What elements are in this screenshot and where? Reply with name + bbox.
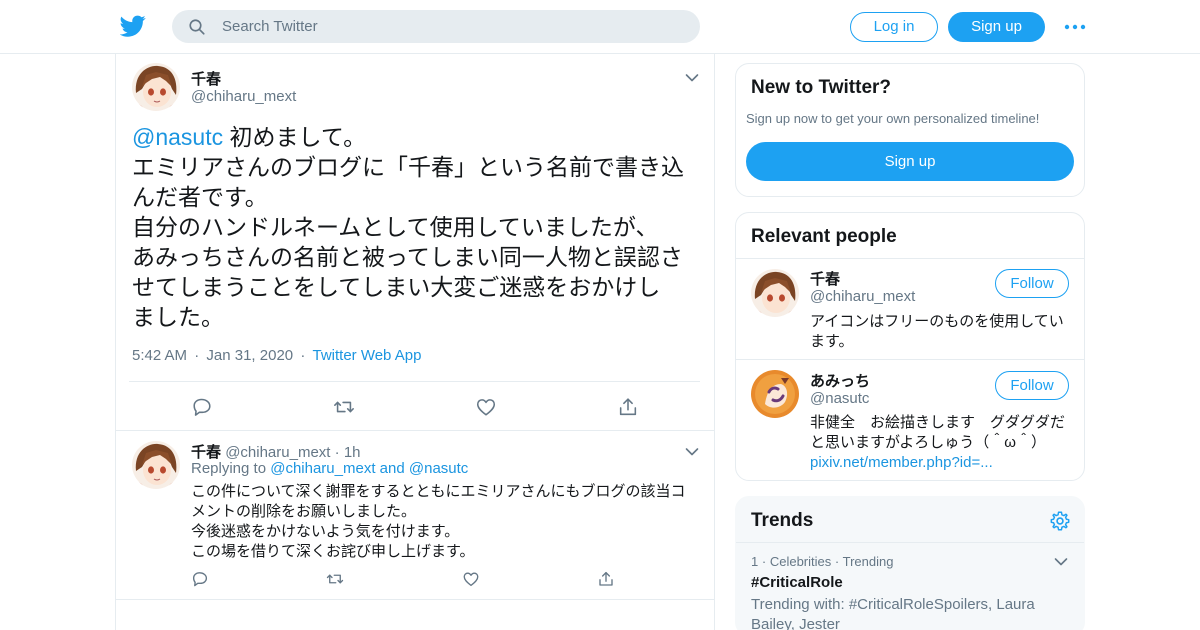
timeline-column: 千春 @chiharu_mext @nasutc 初めまして。 エミリアさんのブ…: [115, 54, 715, 630]
follow-button[interactable]: Follow: [995, 269, 1069, 298]
retweet-icon[interactable]: [326, 570, 344, 588]
trend-related-line: Bailey, Jester: [751, 616, 840, 630]
tweet-metadata: 5:42 AM · Jan 31, 2020 · Twitter Web App: [132, 347, 421, 364]
person-name[interactable]: あみっち: [810, 370, 870, 391]
trend-meta: 1 · Celebrities · Trending: [751, 554, 893, 569]
signup-button[interactable]: Sign up: [948, 12, 1045, 42]
trend-related-line: Trending with: #CriticalRoleSpoilers, La…: [751, 596, 1035, 613]
bio-line: と思いますがよろしゅう（＾ω＾）: [810, 434, 1046, 451]
avatar[interactable]: [751, 269, 799, 317]
divider: [736, 258, 1084, 259]
signup-button[interactable]: Sign up: [746, 142, 1074, 181]
separator: ·: [834, 554, 840, 569]
share-icon[interactable]: [597, 570, 615, 588]
person-bio: アイコンはフリーのものを使用してい ます。: [810, 312, 1072, 352]
reply-line: 今後迷惑をかけないよう気を付けます。: [191, 523, 460, 540]
like-icon[interactable]: [462, 570, 480, 588]
share-icon[interactable]: [617, 396, 639, 418]
person-handle[interactable]: @chiharu_mext: [810, 288, 915, 305]
author-handle[interactable]: @chiharu_mext: [191, 88, 296, 105]
reply-icon[interactable]: [191, 396, 213, 418]
chevron-down-icon[interactable]: [1054, 557, 1068, 567]
divider: [116, 430, 714, 431]
reply-text: この件について深く謝罪をするとともにエミリアさんにもブログの該当コ メントの削除…: [191, 482, 701, 562]
tweet-time[interactable]: 5:42 AM: [132, 347, 187, 364]
bio-line: 非健全 お絵描きします グダグダだ: [810, 414, 1066, 431]
separator: ·: [300, 347, 306, 364]
avatar[interactable]: [751, 370, 799, 418]
person-name[interactable]: 千春: [810, 268, 840, 289]
avatar-image: [132, 441, 180, 489]
bio-link[interactable]: pixiv.net/member.php?id=...: [810, 453, 1072, 473]
person-bio: 非健全 お絵描きします グダグダだ と思いますがよろしゅう（＾ω＾） pixiv…: [810, 413, 1072, 473]
tweet-text: @nasutc 初めまして。 エミリアさんのブログに「千春」という名前で書き込 …: [132, 122, 702, 332]
bio-line: ます。: [810, 333, 854, 350]
mention-link[interactable]: @nasutc: [132, 124, 223, 150]
author-name[interactable]: 千春: [191, 444, 221, 461]
tweet-source[interactable]: Twitter Web App: [312, 347, 421, 364]
trends-card: Trends 1 · Celebrities · Trending #Criti…: [735, 496, 1085, 630]
tweet-line: 初めまして。: [229, 124, 367, 150]
tweet-line: 自分のハンドルネームとして使用していましたが、: [132, 214, 659, 240]
card-subtitle: Sign up now to get your own personalized…: [746, 111, 1040, 126]
author-name[interactable]: 千春: [191, 68, 221, 89]
tweet-line: んだ者です。: [132, 184, 268, 210]
divider: [736, 359, 1084, 360]
mention-link[interactable]: @nasutc: [409, 460, 468, 477]
tweet-line: ました。: [132, 304, 224, 330]
card-title: New to Twitter?: [751, 77, 892, 98]
separator: ·: [194, 347, 200, 364]
reply-line: この場を借りて深くお詫び申し上げます。: [191, 543, 475, 560]
avatar[interactable]: [132, 63, 180, 111]
reply-header: 千春 @chiharu_mext · 1h: [191, 441, 361, 462]
search-icon: [189, 19, 205, 35]
trend-related: Trending with: #CriticalRoleSpoilers, La…: [751, 595, 1071, 630]
card-title: Trends: [751, 510, 814, 531]
avatar[interactable]: [132, 441, 180, 489]
replying-prefix: Replying to: [191, 460, 267, 477]
more-dots-icon[interactable]: [1064, 18, 1086, 36]
relevant-people-card: Relevant people 千春 @chiharu_mext Follow …: [735, 212, 1085, 481]
reply-icon[interactable]: [191, 570, 209, 588]
trend-rank: 1: [751, 554, 759, 569]
new-to-twitter-card: New to Twitter? Sign up now to get your …: [735, 63, 1085, 197]
separator: ·: [761, 554, 767, 569]
trend-category: Celebrities: [769, 554, 832, 569]
reply-line: メントの削除をお願いしました。: [191, 503, 417, 520]
tweet-age[interactable]: 1h: [344, 444, 361, 461]
divider: [116, 599, 714, 600]
author-handle[interactable]: @chiharu_mext: [225, 444, 330, 461]
divider: [736, 542, 1084, 543]
login-button[interactable]: Log in: [850, 12, 938, 42]
tweet-line: せてしまうことをしてしまい大変ご迷惑をおかけし: [132, 274, 661, 300]
twitter-bird-icon[interactable]: [120, 13, 146, 39]
reply-actions: [191, 570, 691, 592]
reply-line: この件について深く謝罪をするとともにエミリアさんにもブログの該当コ: [191, 483, 686, 500]
tweet-line: あみっちさんの名前と被ってしまい同一人物と誤認さ: [132, 244, 683, 270]
search-input[interactable]: [222, 10, 682, 43]
search-bar[interactable]: [172, 10, 700, 43]
trend-hashtag[interactable]: #CriticalRole: [751, 574, 843, 591]
chevron-down-icon[interactable]: [685, 73, 699, 83]
avatar-image: [132, 63, 180, 111]
chevron-down-icon[interactable]: [685, 447, 699, 457]
person-handle[interactable]: @nasutc: [810, 390, 869, 407]
mention-link[interactable]: @chiharu_mext: [270, 460, 375, 477]
card-title: Relevant people: [751, 226, 897, 247]
tweet-date[interactable]: Jan 31, 2020: [206, 347, 293, 364]
follow-button[interactable]: Follow: [995, 371, 1069, 400]
top-bar: Log in Sign up: [0, 0, 1200, 54]
bio-line: アイコンはフリーのものを使用してい: [810, 313, 1064, 330]
like-icon[interactable]: [475, 396, 497, 418]
retweet-icon[interactable]: [333, 396, 355, 418]
replying-and: and: [379, 460, 405, 477]
separator: ·: [334, 444, 340, 461]
avatar-image: [751, 370, 799, 418]
trend-status: Trending: [842, 554, 894, 569]
avatar-image: [751, 269, 799, 317]
replying-to: Replying to @chiharu_mext and @nasutc: [191, 460, 468, 477]
gear-icon[interactable]: [1049, 510, 1071, 532]
tweet-actions: [129, 381, 700, 431]
tweet-line: エミリアさんのブログに「千春」という名前で書き込: [132, 154, 684, 180]
